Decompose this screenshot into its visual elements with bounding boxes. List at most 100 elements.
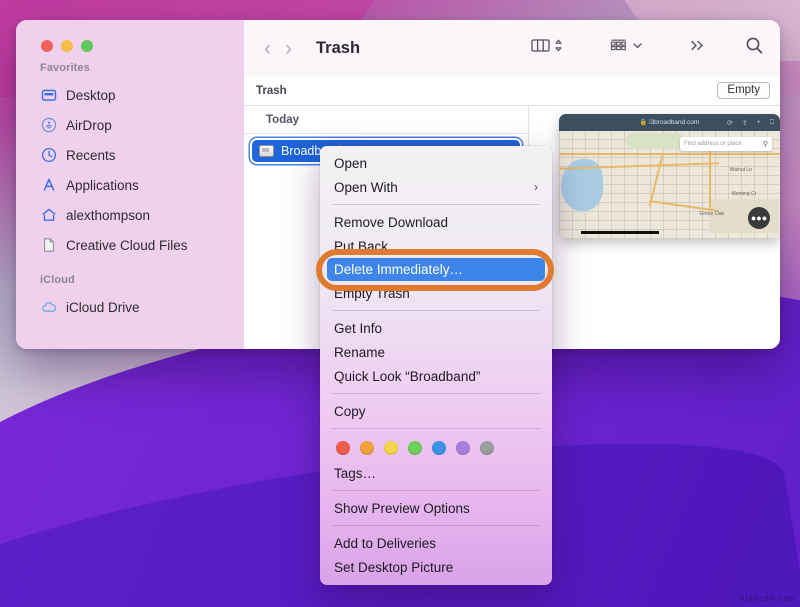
menu-tag-colors — [320, 434, 552, 461]
path-bar: Trash Empty — [244, 76, 780, 106]
document-icon — [40, 237, 57, 254]
file-group-header: Today — [244, 106, 528, 134]
browser-chrome: 🔒 i3broadband.com ⟳ ⇪ + ⎕ — [559, 114, 780, 131]
tag-color-purple[interactable] — [456, 441, 470, 455]
sidebar-item-label: iCloud Drive — [66, 300, 140, 315]
menu-item-tags[interactable]: Tags… — [320, 461, 552, 485]
map-road-vertical — [709, 151, 711, 211]
more-toolbar-button[interactable] — [689, 38, 707, 58]
sidebar-item-label: AirDrop — [66, 118, 112, 133]
menu-item-show-preview-options[interactable]: Show Preview Options — [320, 496, 552, 520]
sidebar-item-airdrop[interactable]: AirDrop — [16, 110, 244, 140]
map-image: Find address or place ⚲ Walnut Ln Mornin… — [559, 131, 780, 239]
menu-item-delete-immediately[interactable]: Delete Immediately… — [327, 258, 545, 281]
map-search-input[interactable]: Find address or place ⚲ — [680, 137, 772, 151]
sidebar-item-label: alexthompson — [66, 208, 150, 223]
menu-item-copy[interactable]: Copy — [320, 399, 552, 423]
map-park — [625, 133, 685, 149]
map-scale-bar — [581, 231, 659, 234]
desktop-icon — [40, 87, 57, 104]
menu-item-rename[interactable]: Rename — [320, 340, 552, 364]
tag-color-yellow[interactable] — [384, 441, 398, 455]
applications-icon — [40, 177, 57, 194]
watermark: wikxcdn.com — [739, 594, 794, 603]
sidebar-item-recents[interactable]: Recents — [16, 140, 244, 170]
map-road-horizontal — [559, 153, 780, 155]
chevron-right-icon[interactable]: › — [285, 38, 292, 59]
menu-item-quick-look[interactable]: Quick Look “Broadband” — [320, 364, 552, 388]
navigation-buttons: ‹ › — [264, 38, 292, 59]
browser-url-text: i3broadband.com — [649, 119, 699, 126]
chevron-updown-icon — [554, 38, 563, 58]
tabs-icon: ⎕ — [770, 119, 774, 127]
preview-pane: 🔒 i3broadband.com ⟳ ⇪ + ⎕ — [529, 106, 780, 349]
finder-sidebar: Favorites Desktop AirDrop Recents Applic… — [16, 20, 244, 349]
close-button[interactable] — [41, 40, 53, 52]
airdrop-icon — [40, 117, 57, 134]
column-view-icon — [531, 38, 550, 58]
map-search-placeholder: Find address or place — [684, 141, 742, 147]
search-button[interactable] — [745, 36, 764, 60]
tag-color-orange[interactable] — [360, 441, 374, 455]
menu-separator — [332, 310, 540, 311]
preview-thumbnail: 🔒 i3broadband.com ⟳ ⇪ + ⎕ — [559, 114, 780, 239]
finder-toolbar: ‹ › Trash — [244, 20, 780, 76]
chevron-left-icon[interactable]: ‹ — [264, 38, 271, 59]
sidebar-group-favorites-label: Favorites — [16, 54, 244, 80]
view-mode-button[interactable] — [531, 38, 563, 58]
empty-trash-button[interactable]: Empty — [717, 82, 770, 99]
menu-item-open[interactable]: Open — [320, 151, 552, 175]
group-by-button[interactable] — [609, 38, 643, 58]
lock-icon: 🔒 — [640, 119, 647, 126]
share-icon: ⇪ — [742, 119, 748, 127]
sidebar-item-creative-cloud-files[interactable]: Creative Cloud Files — [16, 230, 244, 260]
cloud-icon — [40, 299, 57, 316]
home-icon — [40, 207, 57, 224]
sidebar-group-icloud-label: iCloud — [16, 260, 244, 292]
sidebar-item-label: Creative Cloud Files — [66, 238, 188, 253]
plus-icon: + — [757, 119, 761, 126]
map-label: Walnut Ln — [730, 167, 752, 173]
context-menu: Open Open With › Remove Download Put Bac… — [320, 146, 552, 585]
map-label: Morning Ct — [732, 191, 756, 197]
search-icon — [745, 36, 764, 60]
path-bar-label: Trash — [256, 85, 287, 97]
browser-toolbar-icons: ⟳ ⇪ + ⎕ — [727, 114, 774, 131]
map-label: Green Oak — [700, 211, 724, 217]
page-title: Trash — [316, 39, 360, 58]
menu-item-set-desktop-picture[interactable]: Set Desktop Picture — [320, 555, 552, 579]
screenshot-file-icon — [259, 145, 274, 157]
more-chevrons-icon — [689, 38, 707, 58]
chevron-right-icon: › — [534, 180, 538, 194]
menu-separator — [332, 204, 540, 205]
menu-separator — [332, 525, 540, 526]
menu-item-open-with[interactable]: Open With › — [320, 175, 552, 199]
menu-separator — [332, 428, 540, 429]
sidebar-item-desktop[interactable]: Desktop — [16, 80, 244, 110]
menu-item-add-to-deliveries[interactable]: Add to Deliveries — [320, 531, 552, 555]
reload-icon: ⟳ — [727, 119, 733, 127]
tag-color-gray[interactable] — [480, 441, 494, 455]
zoom-button[interactable] — [81, 40, 93, 52]
menu-item-get-info[interactable]: Get Info — [320, 316, 552, 340]
menu-separator — [332, 393, 540, 394]
menu-item-remove-download[interactable]: Remove Download — [320, 210, 552, 234]
chat-bubble-icon[interactable]: ●●● — [748, 207, 770, 229]
browser-address-bar: 🔒 i3broadband.com — [640, 119, 700, 126]
menu-item-label: Open With — [334, 180, 398, 195]
chevron-down-icon — [632, 38, 643, 58]
sidebar-item-home[interactable]: alexthompson — [16, 200, 244, 230]
sidebar-item-label: Recents — [66, 148, 116, 163]
tag-color-red[interactable] — [336, 441, 350, 455]
tag-color-blue[interactable] — [432, 441, 446, 455]
search-icon: ⚲ — [763, 140, 768, 148]
sidebar-item-icloud-drive[interactable]: iCloud Drive — [16, 292, 244, 322]
menu-separator — [332, 490, 540, 491]
minimize-button[interactable] — [61, 40, 73, 52]
tag-color-green[interactable] — [408, 441, 422, 455]
menu-item-put-back[interactable]: Put Back — [320, 234, 552, 258]
sidebar-item-applications[interactable]: Applications — [16, 170, 244, 200]
sidebar-item-label: Applications — [66, 178, 139, 193]
menu-item-empty-trash[interactable]: Empty Trash — [320, 281, 552, 305]
sidebar-item-label: Desktop — [66, 88, 116, 103]
